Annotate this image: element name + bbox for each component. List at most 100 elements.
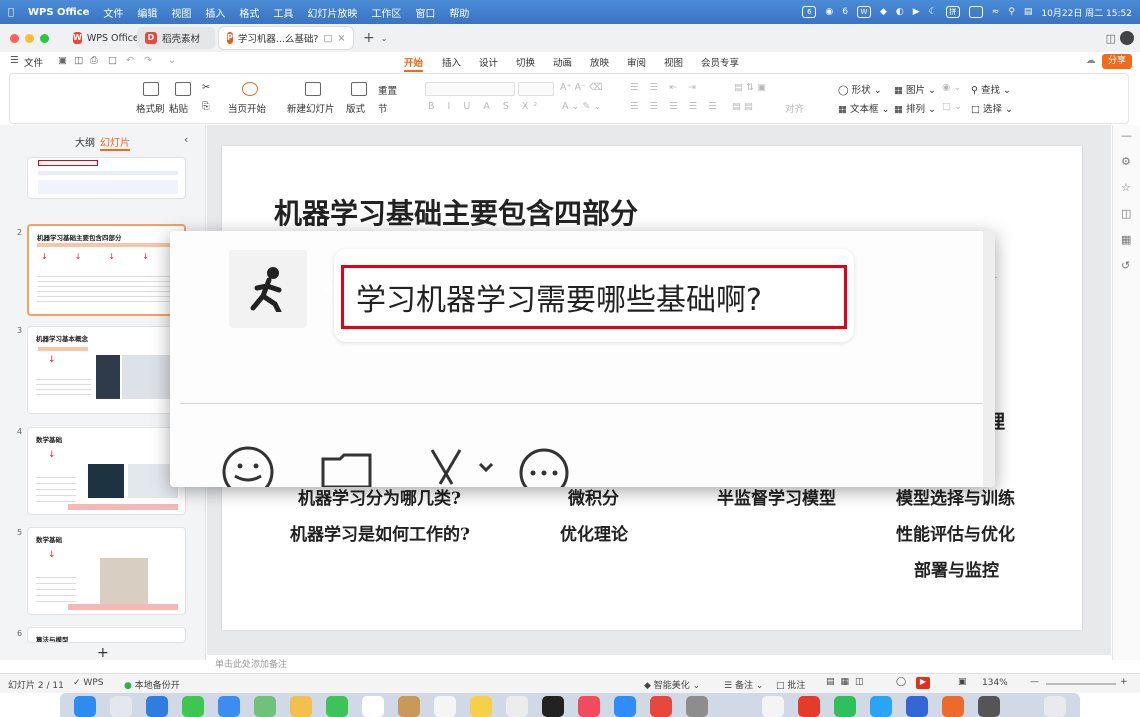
safari-icon[interactable]: [146, 696, 168, 717]
file-menu[interactable]: 文件: [24, 55, 43, 69]
save-icon[interactable]: ▣: [58, 55, 67, 66]
slide-thumbnail-6[interactable]: 算法与模型: [27, 627, 186, 643]
menu-workspace[interactable]: 工作区: [371, 5, 401, 20]
w-icon[interactable]: W: [856, 6, 871, 18]
color-icon[interactable]: ◐: [896, 7, 904, 17]
arrange-button[interactable]: ▦ 排列 ⌄: [894, 101, 936, 115]
shield-icon[interactable]: ◆: [880, 7, 887, 17]
zoom-level[interactable]: 134%: [982, 678, 1008, 688]
section-button[interactable]: 节: [378, 101, 388, 115]
redo-icon[interactable]: ↷: [144, 55, 152, 66]
input-icon[interactable]: 拼: [945, 6, 960, 18]
wps-dock-icon[interactable]: [798, 696, 820, 717]
tab-insert[interactable]: 插入: [442, 55, 461, 69]
textbox-button[interactable]: ▦ 文本框 ⌄: [838, 101, 890, 115]
undo-icon[interactable]: ↶: [126, 55, 134, 66]
columns-icon[interactable]: ▤ ▤: [732, 101, 753, 112]
menu-slideshow[interactable]: 幻灯片放映: [307, 5, 357, 20]
paste-button[interactable]: 粘贴: [169, 101, 188, 115]
folder-icon[interactable]: [320, 453, 374, 487]
picture-button[interactable]: ▦ 图片 ⌄: [894, 82, 936, 96]
emoji-icon[interactable]: [222, 446, 276, 487]
menu-insert[interactable]: 插入: [205, 5, 225, 20]
avatar[interactable]: [229, 250, 307, 328]
menu-app-name[interactable]: WPS Office: [28, 7, 89, 18]
tab-wps-office[interactable]: W WPS Office: [65, 27, 139, 49]
play-from-current-icon[interactable]: [242, 82, 258, 96]
tab-animation[interactable]: 动画: [553, 55, 572, 69]
copy-icon[interactable]: ⎘: [202, 101, 210, 112]
tab-member[interactable]: 会员专享: [701, 55, 739, 69]
print-icon[interactable]: ⎙: [90, 55, 98, 66]
copy-icon[interactable]: ◫: [1121, 207, 1131, 220]
cloud-icon[interactable]: ☁: [1086, 55, 1096, 66]
zoom-window-icon[interactable]: [40, 33, 49, 43]
scissors-icon[interactable]: [422, 446, 496, 487]
cut-icon[interactable]: ✂: [202, 82, 210, 93]
apple-icon[interactable]: : [8, 7, 14, 18]
add-slide-button[interactable]: +: [97, 645, 109, 661]
tab-docer[interactable]: D 稻壳素材: [137, 27, 215, 49]
chevron-down-icon[interactable]: ⌄: [168, 55, 176, 66]
menu-help[interactable]: 帮助: [449, 5, 469, 20]
menu-view[interactable]: 视图: [171, 5, 191, 20]
slide-thumbnail-3[interactable]: 机器学习基本概念 ↓: [27, 326, 186, 414]
collapse-panel-icon[interactable]: ‹: [184, 133, 188, 146]
layout-icon[interactable]: [351, 82, 367, 96]
messages-icon[interactable]: [182, 696, 204, 717]
slide-title[interactable]: 机器学习基础主要包含四部分: [274, 192, 638, 232]
share-button[interactable]: 分享: [1101, 54, 1132, 69]
new-tab-icon[interactable]: +: [363, 30, 375, 46]
format-painter-button[interactable]: 格式刷: [136, 101, 165, 115]
minus-icon[interactable]: —: [1121, 129, 1132, 142]
settings-icon[interactable]: [686, 696, 708, 717]
tab-outline[interactable]: 大纲: [75, 134, 95, 149]
fill-icon[interactable]: ◉ ⌄: [942, 82, 961, 93]
freeform-icon[interactable]: [506, 696, 528, 717]
font-color-icon[interactable]: A ⌄ ✎ ⌄: [562, 101, 601, 112]
align-button[interactable]: 对齐: [785, 101, 804, 115]
layout-button[interactable]: 版式: [346, 101, 365, 115]
trash-icon[interactable]: [1044, 696, 1066, 717]
wifi-icon[interactable]: ≈: [992, 7, 1000, 17]
fit-icon[interactable]: ▣: [958, 677, 967, 687]
feishu-icon[interactable]: [870, 696, 892, 717]
new-slide-icon[interactable]: [305, 82, 321, 96]
reminders-icon[interactable]: [434, 696, 456, 717]
minimize-window-icon[interactable]: [25, 33, 34, 43]
font-family-select[interactable]: [425, 82, 515, 96]
chrome-icon[interactable]: [650, 696, 672, 717]
timer-icon[interactable]: ◯: [896, 677, 906, 687]
from-current-button[interactable]: 当页开始: [228, 101, 266, 115]
search-icon[interactable]: ⚲: [1008, 7, 1015, 17]
wechat-icon[interactable]: ◉: [825, 7, 833, 17]
wechat-dock-icon[interactable]: [834, 696, 856, 717]
wps-account[interactable]: ✓ WPS: [73, 678, 103, 688]
facetime-icon[interactable]: [326, 696, 348, 717]
maps-icon[interactable]: [254, 696, 276, 717]
list-icons[interactable]: ☰ ☰ ⇤ ⇥: [630, 82, 700, 93]
tv-icon[interactable]: [542, 696, 564, 717]
app-store-icon[interactable]: [614, 696, 636, 717]
zoom-in-icon[interactable]: +: [1120, 677, 1128, 687]
menu-format[interactable]: 格式: [239, 5, 259, 20]
sidebar-toggle-icon[interactable]: ◫: [1106, 32, 1116, 45]
image-icon[interactable]: ▦: [1121, 233, 1131, 246]
avatar[interactable]: [1120, 31, 1134, 45]
sliders-icon[interactable]: ⚙: [1121, 155, 1131, 168]
menu-window[interactable]: 窗口: [415, 5, 435, 20]
app-icon[interactable]: [942, 696, 964, 717]
notes-button[interactable]: ☰ 备注 ⌄: [724, 678, 763, 691]
notes-area[interactable]: 单击此处添加备注: [207, 655, 1111, 672]
find-button[interactable]: ⚲ 查找 ⌄: [971, 82, 1011, 96]
tab-review[interactable]: 审阅: [627, 55, 646, 69]
tab-view[interactable]: 视图: [664, 55, 683, 69]
text-direction-icons[interactable]: ▤ ⇅ ▣: [734, 82, 766, 93]
finder-icon[interactable]: [74, 696, 96, 717]
font-grow-icon[interactable]: A⁺ A⁻ ⌫: [560, 82, 603, 93]
comments-button[interactable]: □ 批注: [776, 678, 805, 691]
app-icon[interactable]: [762, 696, 784, 717]
datetime[interactable]: 10月22日 周二 15:52: [1041, 6, 1132, 19]
new-slide-button[interactable]: 新建幻灯片: [287, 101, 335, 115]
contacts-icon[interactable]: [398, 696, 420, 717]
